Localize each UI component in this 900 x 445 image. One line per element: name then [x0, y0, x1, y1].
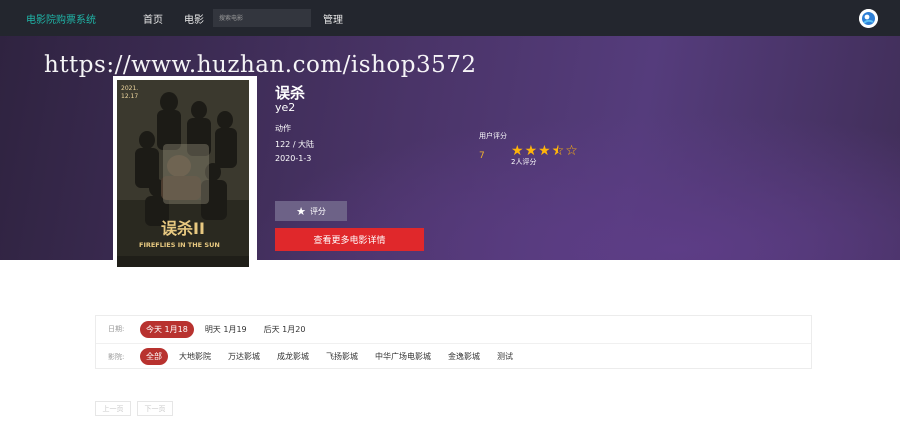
- watermark-text: https://www.huzhan.com/ishop3572: [44, 52, 477, 78]
- poster-date-line2: 12.17: [121, 93, 138, 100]
- cinema-chip[interactable]: 飞扬影城: [320, 348, 364, 365]
- date-chip-day-after[interactable]: 后天 1月20: [258, 321, 312, 338]
- cinema-chip[interactable]: 测试: [491, 348, 519, 365]
- movie-release-date: 2020-1-3: [275, 154, 312, 163]
- star-half-icon: ★☆: [551, 143, 566, 159]
- movie-details-button[interactable]: 查看更多电影详情: [275, 228, 424, 251]
- brand-logo-text[interactable]: 电影院购票系统: [26, 11, 96, 26]
- poster-title: 误杀II: [161, 219, 205, 238]
- cinema-chip[interactable]: 金逸影城: [442, 348, 486, 365]
- search-input[interactable]: [213, 9, 311, 27]
- rating-count: 2人评分: [511, 158, 537, 166]
- nav-admin[interactable]: 管理: [323, 11, 343, 26]
- rate-button[interactable]: ★ 评分: [275, 201, 347, 221]
- rating-label: 用户评分: [479, 132, 507, 140]
- date-chip-tomorrow[interactable]: 明天 1月19: [199, 321, 253, 338]
- nav-home[interactable]: 首页: [143, 11, 163, 26]
- user-avatar-icon[interactable]: [859, 9, 878, 28]
- cinema-chip[interactable]: 成龙影城: [271, 348, 315, 365]
- cinema-filter-label: 影院:: [108, 352, 125, 361]
- next-page-button[interactable]: 下一页: [137, 401, 173, 416]
- movie-english-title: ye2: [275, 101, 296, 114]
- star-empty-icon: ☆: [565, 143, 579, 159]
- movie-duration-region: 122 / 大陆: [275, 140, 315, 149]
- prev-page-button[interactable]: 上一页: [95, 401, 131, 416]
- poster-date-line1: 2021.: [121, 85, 138, 92]
- date-filter-label: 日期:: [108, 325, 125, 333]
- cinema-filter-row: 影院: 全部 大地影院 万达影城 成龙影城 飞扬影城 中华广场电影城 金逸影城 …: [96, 343, 811, 369]
- date-filter-row: 日期: 今天 1月18 明天 1月19 后天 1月20: [96, 316, 811, 342]
- rating-value: 7: [479, 151, 485, 161]
- movie-title: 误杀: [275, 84, 306, 102]
- movie-genre: 动作: [275, 124, 291, 133]
- cinema-chip-all[interactable]: 全部: [140, 348, 168, 365]
- nav-movies[interactable]: 电影: [184, 11, 204, 26]
- rate-button-label: 评分: [309, 206, 326, 216]
- date-chip-today[interactable]: 今天 1月18: [140, 320, 194, 338]
- cinema-chip[interactable]: 大地影院: [173, 348, 217, 365]
- star-full-icon: ★: [538, 143, 552, 159]
- top-navbar: 电影院购票系统 首页 电影 管理: [0, 0, 900, 36]
- cinema-chip[interactable]: 万达影城: [222, 348, 266, 365]
- poster-subtitle: FIREFLIES IN THE SUN: [139, 241, 220, 249]
- cinema-chip[interactable]: 中华广场电影城: [369, 348, 437, 365]
- movie-poster[interactable]: 2021. 12.17 误杀II FIREFLIES IN THE SUN: [117, 80, 249, 267]
- showtime-filter-panel: 日期: 今天 1月18 明天 1月19 后天 1月20 影院: 全部 大地影院 …: [95, 315, 812, 369]
- movie-details-button-label: 查看更多电影详情: [313, 235, 386, 245]
- star-icon: ★: [296, 205, 306, 218]
